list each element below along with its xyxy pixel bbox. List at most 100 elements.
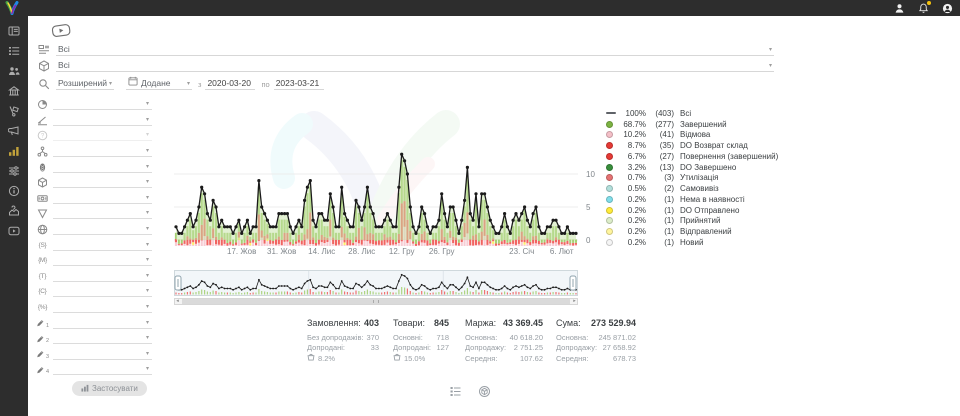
legend-item[interactable]: 0.2%(1)DO Отправлено xyxy=(606,205,806,216)
brush-handle-right[interactable] xyxy=(570,276,576,290)
date-to-input[interactable]: 2023-03-21 xyxy=(274,78,324,90)
product-filter-value: Всі xyxy=(58,60,70,70)
user-icon[interactable] xyxy=(893,2,906,15)
y-tick-label: 10 xyxy=(586,170,595,179)
legend-label: Прийнятий xyxy=(680,216,721,225)
search-mode-dropdown[interactable]: Розширений xyxy=(56,78,114,90)
scrollbar-thumb[interactable] xyxy=(182,299,570,304)
search-row: Розширений Додане з 2020-03-20 по 2023-0… xyxy=(38,75,324,90)
orders-icon[interactable] xyxy=(8,44,21,57)
search-icon[interactable] xyxy=(38,78,51,90)
product-filter[interactable]: Всі xyxy=(38,57,774,72)
logistics-icon[interactable] xyxy=(8,104,21,117)
marketing-icon[interactable] xyxy=(8,124,21,137)
legend-count: (13) xyxy=(646,163,674,172)
package-icon xyxy=(38,60,51,72)
x-tick-label: 14. Лис xyxy=(308,247,335,256)
legend-line-swatch xyxy=(606,112,616,114)
x-tick-label: 23. Січ xyxy=(509,247,534,256)
chart-scrollbar[interactable]: ◂ ▸ xyxy=(174,298,578,305)
chevron-down-icon xyxy=(146,287,149,295)
stat-value: 43 369.45 xyxy=(503,318,543,328)
svg-text:?: ? xyxy=(41,134,45,140)
orders-chart[interactable] xyxy=(174,106,578,252)
topbar xyxy=(0,0,960,16)
legend-item[interactable]: 3.2%(13)DO Завершено xyxy=(606,162,806,173)
avatar-icon[interactable] xyxy=(941,2,954,15)
status-filter[interactable]: Всі xyxy=(38,41,774,56)
legend-item[interactable]: 68.7%(277)Завершений xyxy=(606,119,806,130)
legend-percent: 6.7% xyxy=(620,152,646,161)
legend-percent: 10.2% xyxy=(620,130,646,139)
y-tick-label: 5 xyxy=(586,203,590,212)
stat-sub-label: Основна: xyxy=(465,333,497,342)
legend-count: (41) xyxy=(646,130,674,139)
chevron-down-icon xyxy=(109,80,112,88)
legend-item[interactable]: 0.2%(1)Прийнятий xyxy=(606,216,806,227)
legend-label: Відправлений xyxy=(680,227,732,236)
legend-item[interactable]: 0.7%(3)Утилізація xyxy=(606,173,806,184)
stat-sub-value: 40 618.20 xyxy=(510,333,543,342)
tutorials-icon[interactable] xyxy=(8,224,21,237)
automation-icon[interactable] xyxy=(8,164,21,177)
date-from-label: з xyxy=(198,80,201,89)
date-from-value: 2020-03-20 xyxy=(207,78,250,88)
dashboard-icon[interactable] xyxy=(8,24,21,37)
legend-dot-swatch xyxy=(606,228,613,235)
legend-item[interactable]: 100%(403)Всі xyxy=(606,108,806,119)
brush-handle-left[interactable] xyxy=(175,276,181,290)
legend-item[interactable]: 0.5%(2)Самовивіз xyxy=(606,183,806,194)
legend-percent: 3.2% xyxy=(620,163,646,172)
stat-sub-label: Основна: xyxy=(556,333,588,342)
date-to-label: по xyxy=(261,80,269,89)
stat-sub-value: 33 xyxy=(371,343,379,352)
chevron-down-icon xyxy=(146,100,149,108)
legend-item[interactable]: 0.2%(1)Новий xyxy=(606,237,806,248)
legend-dot-swatch xyxy=(606,196,613,203)
stat-sub-label: Середня: xyxy=(556,354,588,363)
info-icon[interactable] xyxy=(8,184,21,197)
date-from-input[interactable]: 2020-03-20 xyxy=(205,78,255,90)
products-icon[interactable] xyxy=(479,384,490,395)
website-icon xyxy=(36,224,49,235)
legend-item[interactable]: 8.7%(35)DO Возврат склад xyxy=(606,140,806,151)
stat-sub-value: 107.62 xyxy=(520,354,543,363)
partners-icon[interactable] xyxy=(8,204,21,217)
manager-icon xyxy=(36,162,49,173)
company-icon[interactable] xyxy=(8,84,21,97)
legend-dot-swatch xyxy=(606,131,613,138)
legend-item[interactable]: 0.2%(1)Нема в наявності xyxy=(606,194,806,205)
chart-x-axis: 17. Жов31. Жов14. Лис28. Лис12. Гру26. Г… xyxy=(0,247,960,257)
funnel-icon xyxy=(36,208,49,219)
x-tick-label: 12. Гру xyxy=(389,247,415,256)
legend-dot-swatch xyxy=(606,185,613,192)
notification-badge xyxy=(926,0,932,6)
chevron-down-icon xyxy=(146,272,149,280)
scroll-right-icon[interactable]: ▸ xyxy=(571,298,578,305)
stat-value: 845 xyxy=(434,318,449,328)
apply-button[interactable]: Застосувати xyxy=(72,381,147,396)
chevron-down-icon xyxy=(146,116,149,124)
orders-list-icon[interactable] xyxy=(450,384,461,395)
x-tick-label: 26. Гру xyxy=(429,247,455,256)
stat-sub-value: 127 xyxy=(436,343,449,352)
legend-item[interactable]: 0.2%(1)Відправлений xyxy=(606,226,806,237)
legend-count: (1) xyxy=(646,195,674,204)
utm-icon: {T} xyxy=(36,271,49,282)
app-logo-icon[interactable] xyxy=(4,1,20,15)
apply-button-label: Застосувати xyxy=(92,384,138,393)
legend-item[interactable]: 6.7%(27)Повернення (завершений) xyxy=(606,151,806,162)
bell-icon[interactable] xyxy=(917,2,930,15)
date-field-dropdown[interactable]: Додане xyxy=(126,76,192,90)
search-mode-value: Розширений xyxy=(58,78,107,88)
legend-item[interactable]: 10.2%(41)Відмова xyxy=(606,130,806,141)
customers-icon[interactable] xyxy=(8,64,21,77)
chart-minimap[interactable] xyxy=(174,270,578,296)
scroll-left-icon[interactable]: ◂ xyxy=(174,298,181,305)
legend-percent: 0.2% xyxy=(620,227,646,236)
stat-column: Товари:845Основні:718Допродані:12715.0% xyxy=(393,318,449,364)
stat-sub-value: 370 xyxy=(366,333,379,342)
legend-percent: 0.2% xyxy=(620,195,646,204)
stat-sub-label: Допродажу: xyxy=(556,343,597,352)
statistics-icon[interactable] xyxy=(8,144,21,157)
